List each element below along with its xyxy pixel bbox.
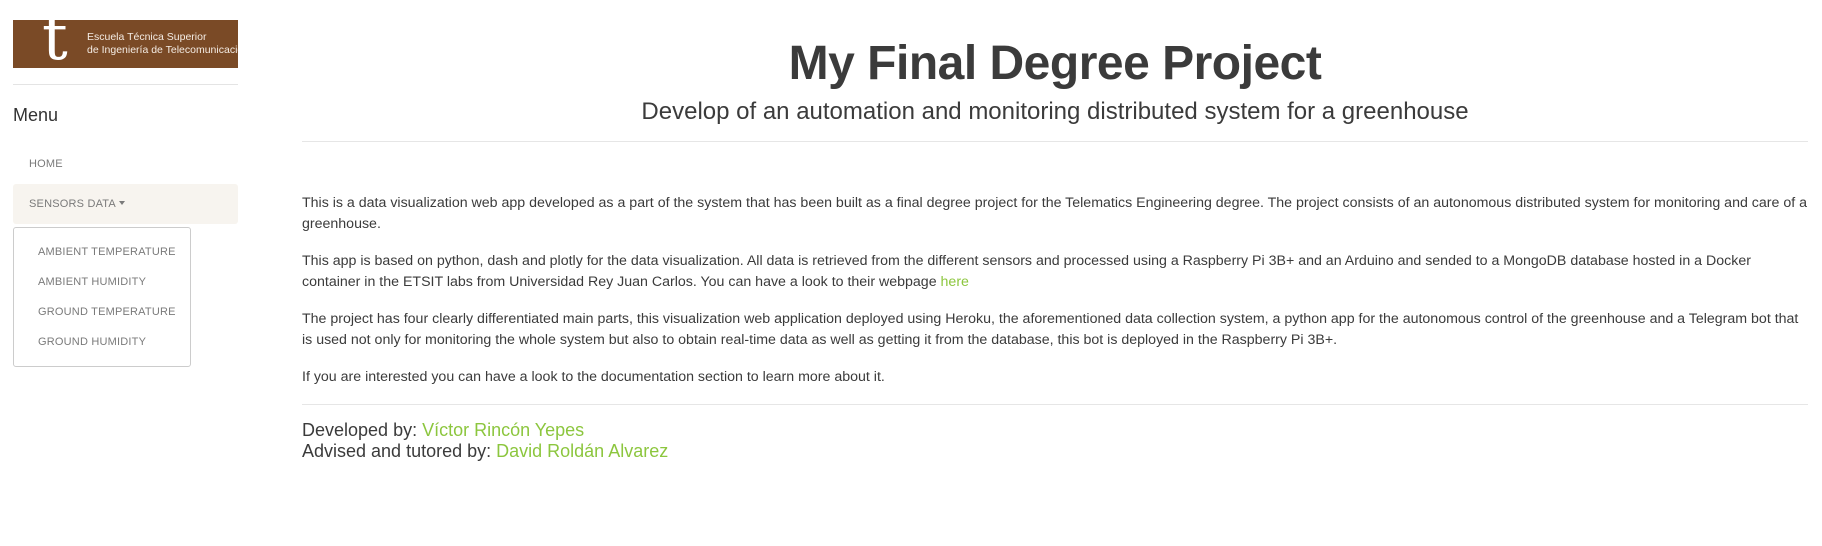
sensors-dropdown-menu: AMBIENT TEMPERATURE AMBIENT HUMIDITY GRO…: [13, 227, 191, 367]
paragraph-intro: This is a data visualization web app dev…: [302, 195, 1808, 232]
advised-by-line: Advised and tutored by: David Roldán Alv…: [302, 441, 1808, 462]
menu-title: Menu: [13, 105, 59, 125]
paragraph-parts: The project has four clearly differentia…: [302, 311, 1799, 348]
advisor-link[interactable]: David Roldán Alvarez: [496, 441, 668, 461]
webpage-link[interactable]: here: [941, 274, 969, 290]
dropdown-item-ground-humidity[interactable]: GROUND HUMIDITY: [14, 327, 190, 357]
paragraph-technology-text: This app is based on python, dash and pl…: [302, 253, 1751, 290]
page: t Escuela Técnica Superior de Ingeniería…: [0, 0, 1822, 546]
logo-text: Escuela Técnica Superior de Ingeniería d…: [87, 31, 238, 57]
header-divider: [302, 141, 1808, 142]
nav-item-home[interactable]: HOME: [13, 144, 238, 184]
intro-section: This is a data visualization web app dev…: [302, 193, 1808, 388]
sidebar-nav: HOME SENSORS DATA AMBIENT TEMPERATURE AM…: [13, 144, 238, 367]
nav-item-home-label: HOME: [29, 158, 63, 170]
main-content: My Final Degree Project Develop of an au…: [302, 0, 1808, 462]
page-subtitle: Develop of an automation and monitoring …: [641, 98, 1469, 125]
page-title: My Final Degree Project: [788, 37, 1322, 90]
nav-item-sensors-data[interactable]: SENSORS DATA: [13, 184, 238, 224]
paragraph-technology: This app is based on python, dash and pl…: [302, 251, 1808, 293]
developed-by-label: Developed by:: [302, 420, 423, 440]
credits: Developed by: Víctor Rincón Yepes Advise…: [302, 420, 1808, 462]
paragraph-docs: If you are interested you can have a loo…: [302, 369, 885, 385]
dropdown-item-ambient-temperature[interactable]: AMBIENT TEMPERATURE: [14, 237, 190, 267]
logo-line-2: de Ingeniería de Telecomunicación: [87, 44, 238, 56]
advised-by-label: Advised and tutored by:: [302, 441, 497, 461]
sidebar: t Escuela Técnica Superior de Ingeniería…: [13, 20, 238, 367]
nav-item-sensors-data-label: SENSORS DATA: [29, 198, 116, 210]
caret-down-icon: [118, 201, 125, 205]
logo-letter: t: [42, 20, 68, 68]
developer-link[interactable]: Víctor Rincón Yepes: [422, 420, 584, 440]
footer-divider: [302, 404, 1808, 405]
logo-line-1: Escuela Técnica Superior: [87, 31, 207, 43]
dropdown-item-ambient-humidity[interactable]: AMBIENT HUMIDITY: [14, 267, 190, 297]
sidebar-divider: [13, 84, 238, 85]
dropdown-item-ground-temperature[interactable]: GROUND TEMPERATURE: [14, 297, 190, 327]
developed-by-line: Developed by: Víctor Rincón Yepes: [302, 420, 1808, 441]
etsit-logo[interactable]: t Escuela Técnica Superior de Ingeniería…: [13, 20, 238, 68]
